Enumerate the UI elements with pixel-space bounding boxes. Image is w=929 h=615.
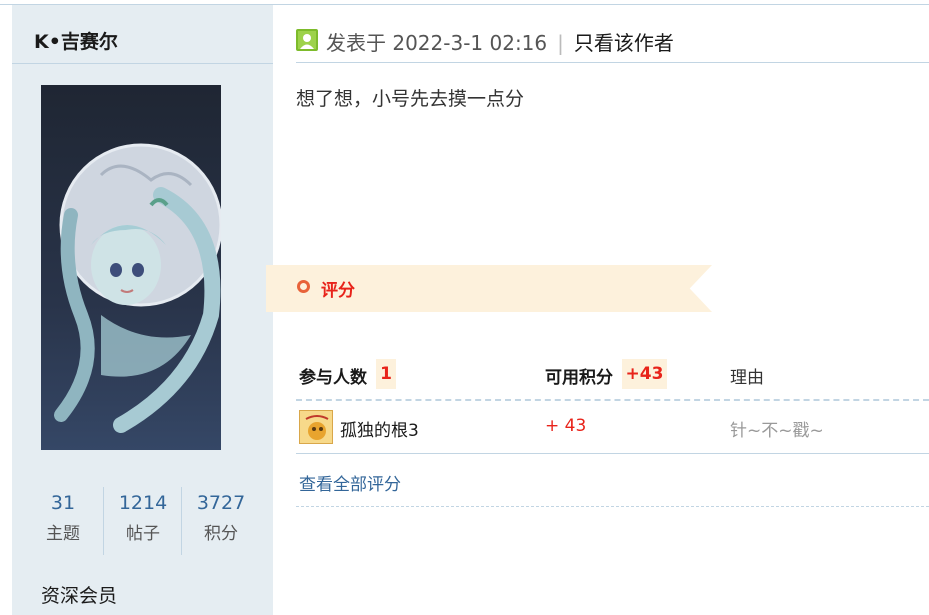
participants-count-badge: 1 (376, 359, 396, 389)
post-meta: 发表于 2022-3-1 02:16 | 只看该作者 (326, 27, 674, 56)
stat-points-label: 积分 (204, 524, 238, 544)
post-content: 想了想，小号先去摸一点分 (296, 88, 525, 110)
stat-posts[interactable]: 1214 帖子 (104, 487, 182, 555)
row-divider (296, 453, 929, 454)
rating-header-divider (296, 399, 929, 401)
points-total-badge: +43 (622, 359, 667, 389)
stat-points[interactable]: 3727 积分 (182, 487, 260, 555)
author-stats: 31 主题 1214 帖子 3727 积分 (24, 487, 261, 555)
author-sidebar: K•吉赛尔 31 主题 1214 帖子 3727 积分 资深会员 (12, 5, 273, 615)
rater-score: + 43 (545, 416, 587, 436)
author-name[interactable]: K•吉赛尔 (34, 27, 118, 54)
avatar-illustration (54, 143, 221, 433)
stat-points-value[interactable]: 3727 (182, 491, 260, 515)
author-avatar[interactable] (41, 85, 221, 450)
rater-name[interactable]: 孤独的根3 (340, 416, 419, 441)
author-divider (12, 63, 273, 64)
stat-threads-label: 主题 (46, 524, 80, 544)
table-row: 孤独的根3 + 43 针~不~戳~ (296, 408, 929, 448)
stat-posts-label: 帖子 (126, 524, 160, 544)
points-label: 可用积分 (545, 368, 613, 388)
stat-threads-value[interactable]: 31 (24, 491, 102, 515)
member-rank: 资深会员 (41, 585, 118, 607)
user-online-icon (296, 29, 318, 51)
rating-section-label: 评分 (321, 281, 355, 301)
post-date: 发表于 2022-3-1 02:16 (326, 31, 548, 55)
only-author-link[interactable]: 只看该作者 (574, 31, 674, 55)
reason-label: 理由 (730, 368, 764, 388)
view-all-ratings-link[interactable]: 查看全部评分 (299, 470, 401, 495)
rating-table-header: 参与人数 1 可用积分 +43 理由 (296, 357, 929, 397)
stat-threads[interactable]: 31 主题 (24, 487, 102, 555)
meta-separator: | (557, 31, 564, 55)
rater-avatar[interactable] (299, 410, 333, 444)
participants-label: 参与人数 (299, 368, 367, 388)
rating-bottom-divider (296, 506, 929, 507)
rater-avatar-image (300, 411, 332, 443)
stat-posts-value[interactable]: 1214 (104, 491, 182, 515)
post-header-divider (296, 62, 929, 63)
rater-reason: 针~不~戳~ (730, 421, 824, 441)
circle-icon (297, 280, 310, 293)
